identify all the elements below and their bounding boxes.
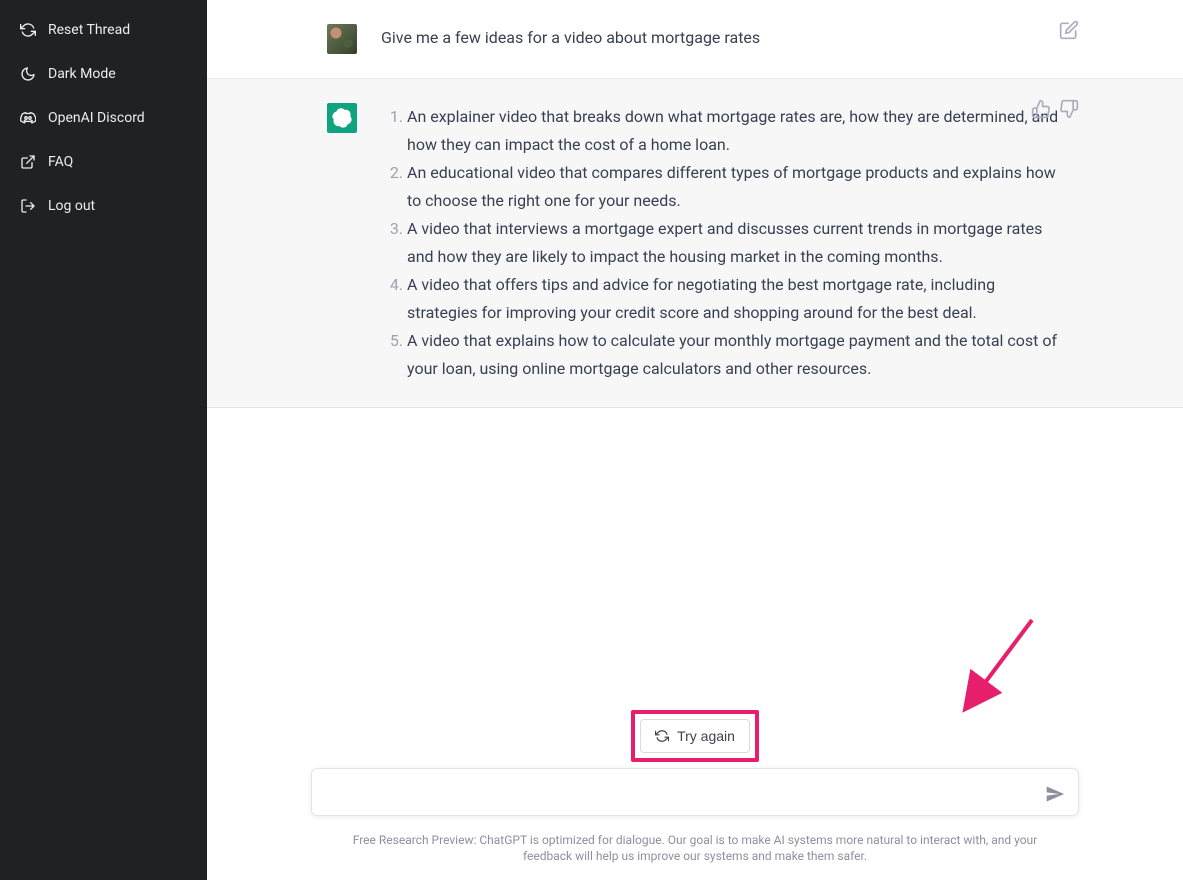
sidebar-item-dark-mode[interactable]: Dark Mode: [8, 52, 199, 96]
sidebar-item-reset-thread[interactable]: Reset Thread: [8, 8, 199, 52]
list-item: A video that explains how to calculate y…: [407, 327, 1063, 383]
try-again-button[interactable]: Try again: [640, 719, 750, 753]
sidebar-item-label: Reset Thread: [48, 22, 130, 38]
thumbs-down-icon[interactable]: [1059, 99, 1079, 119]
sidebar: Reset Thread Dark Mode OpenAI Discord FA…: [0, 0, 207, 880]
discord-icon: [20, 110, 36, 126]
sidebar-item-logout[interactable]: Log out: [8, 184, 199, 228]
thumbs-up-icon[interactable]: [1031, 99, 1051, 119]
composer-area: Try again Free Research Preview: ChatGPT…: [207, 710, 1183, 880]
sidebar-item-discord[interactable]: OpenAI Discord: [8, 96, 199, 140]
try-again-label: Try again: [677, 728, 735, 744]
assistant-message-text: An explainer video that breaks down what…: [381, 103, 1063, 383]
footer-disclaimer: Free Research Preview: ChatGPT is optimi…: [311, 832, 1079, 864]
user-message-text: Give me a few ideas for a video about mo…: [381, 24, 1063, 54]
sidebar-item-label: OpenAI Discord: [48, 110, 145, 126]
assistant-message-row: An explainer video that breaks down what…: [207, 79, 1183, 408]
moon-icon: [20, 66, 36, 82]
chat-input[interactable]: [311, 768, 1079, 816]
assistant-avatar: [327, 103, 357, 133]
main-panel: Give me a few ideas for a video about mo…: [207, 0, 1183, 880]
messages-scroll: Give me a few ideas for a video about mo…: [207, 0, 1183, 710]
send-button[interactable]: [1043, 782, 1067, 806]
user-avatar: [327, 24, 357, 54]
refresh-icon: [20, 22, 36, 38]
sidebar-item-label: FAQ: [48, 154, 73, 170]
sidebar-item-label: Dark Mode: [48, 66, 116, 82]
try-again-highlight: Try again: [631, 710, 759, 762]
external-link-icon: [20, 154, 36, 170]
list-item: A video that offers tips and advice for …: [407, 271, 1063, 327]
list-item: A video that interviews a mortgage exper…: [407, 215, 1063, 271]
list-item: An educational video that compares diffe…: [407, 159, 1063, 215]
list-item: An explainer video that breaks down what…: [407, 103, 1063, 159]
sidebar-item-faq[interactable]: FAQ: [8, 140, 199, 184]
user-message-row: Give me a few ideas for a video about mo…: [207, 0, 1183, 79]
logout-icon: [20, 198, 36, 214]
edit-icon[interactable]: [1059, 20, 1079, 40]
sidebar-item-label: Log out: [48, 198, 95, 214]
